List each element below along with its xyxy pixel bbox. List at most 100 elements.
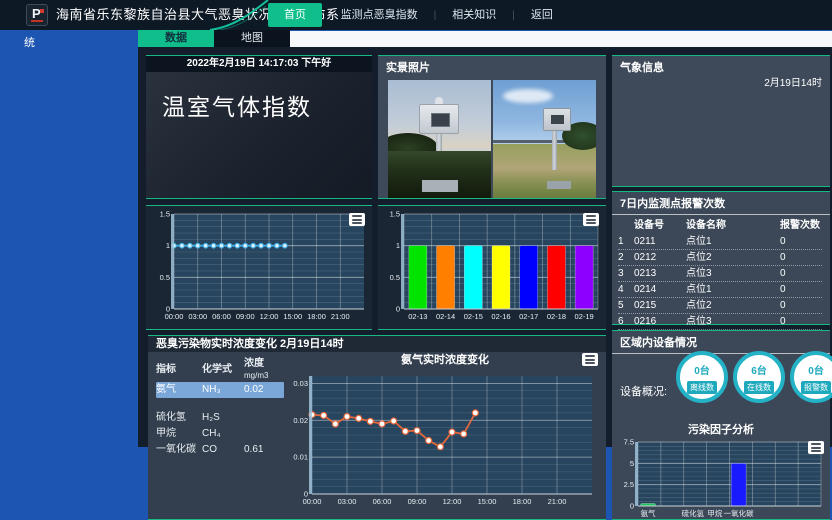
pollutant-table: 指标化学式浓度mg/m3氨气NH₃0.02 硫化氢H₂S甲烷CH₄一氧化碳CO0.… (156, 358, 284, 458)
photo1-station-base (422, 180, 458, 192)
svg-text:02-16: 02-16 (491, 312, 510, 321)
site-photos (388, 80, 596, 198)
photo1-station-antenna (435, 97, 443, 104)
svg-text:0.5: 0.5 (390, 273, 400, 282)
device-overview-label: 设备概况: (620, 383, 667, 399)
svg-text:02-13: 02-13 (408, 312, 427, 321)
greenhouse-line-chart-panel: 00.511.500:0003:0006:0009:0012:0015:0018… (146, 205, 372, 330)
greenhouse-index-body: 温室气体指数 (146, 72, 372, 198)
svg-text:21:00: 21:00 (548, 497, 567, 506)
device-stat-circle-2: 6台在线数 (733, 351, 785, 403)
nav-item-4[interactable]: 返回 (515, 3, 569, 27)
svg-text:09:00: 09:00 (236, 312, 255, 321)
svg-text:7.5: 7.5 (624, 438, 634, 447)
greenhouse-index-title: 温室气体指数 (146, 72, 372, 122)
svg-text:0: 0 (396, 305, 400, 314)
device-stat-count: 0台 (794, 362, 832, 377)
nav-item-1[interactable]: 首页 (268, 3, 322, 27)
photo2-ground (493, 144, 596, 198)
svg-text:0.02: 0.02 (293, 416, 308, 425)
alarm-table-header: 设备号设备名称报警次数 (618, 218, 822, 234)
svg-text:0.01: 0.01 (293, 453, 308, 462)
site-photos-panel: 实景照片 (378, 55, 606, 199)
site-photos-title: 实景照片 (378, 56, 606, 75)
alarm-table-row: 50215点位20 (618, 298, 822, 314)
alarm-table-row: 30213点位30 (618, 266, 822, 282)
svg-text:00:00: 00:00 (165, 312, 184, 321)
device-stat-label: 离线数 (687, 381, 717, 394)
svg-text:0.03: 0.03 (293, 379, 308, 388)
alarm-count-title: 7日内监测点报警次数 (612, 192, 830, 215)
svg-text:0.5: 0.5 (160, 273, 170, 282)
chart-menu-icon[interactable] (582, 353, 598, 366)
main-nav: 首页|监测点恶臭指数|相关知识|返回 (268, 3, 569, 27)
logo-red-bar (31, 20, 43, 22)
pollutant-table-header: 指标化学式浓度mg/m3 (156, 358, 284, 382)
svg-text:15:00: 15:00 (478, 497, 497, 506)
photo1-station-box (419, 104, 459, 134)
svg-text:06:00: 06:00 (373, 497, 392, 506)
device-stat-circle-3: 0台报警数 (790, 351, 832, 403)
svg-text:21:00: 21:00 (331, 312, 350, 321)
photo2-station-base (547, 181, 571, 189)
svg-text:18:00: 18:00 (513, 497, 532, 506)
ammonia-line-chart: 00.010.020.0300:0003:0006:0009:0012:0015… (288, 368, 602, 516)
left-sidebar: 统 (0, 30, 138, 520)
svg-text:5: 5 (630, 459, 634, 468)
svg-text:06:00: 06:00 (212, 312, 231, 321)
tab-2[interactable]: 地图 (214, 30, 290, 47)
svg-text:03:00: 03:00 (188, 312, 207, 321)
alarm-table-row: 10211点位10 (618, 234, 822, 250)
svg-text:一氧化碳: 一氧化碳 (724, 508, 754, 518)
pollutant-table-row[interactable]: 一氧化碳CO0.61 (156, 442, 284, 458)
top-bar: P 海南省乐东黎族自治县大气恶臭状况实时发布系 首页|监测点恶臭指数|相关知识|… (0, 0, 832, 30)
svg-text:02-15: 02-15 (464, 312, 483, 321)
alarm-table-row: 20212点位20 (618, 250, 822, 266)
svg-text:00:00: 00:00 (303, 497, 322, 506)
view-tabs: 数据地图 (138, 30, 290, 47)
svg-text:1.5: 1.5 (390, 210, 400, 219)
svg-text:15:00: 15:00 (283, 312, 302, 321)
chart-menu-icon[interactable] (583, 213, 599, 226)
device-stat-count: 0台 (680, 362, 724, 377)
svg-text:1: 1 (396, 241, 400, 250)
device-stat-count: 6台 (737, 362, 781, 377)
greenhouse-index-panel: 2022年2月19日 14:17:03 下午好 温室气体指数 (146, 55, 372, 199)
svg-text:02-19: 02-19 (575, 312, 594, 321)
pollution-factor-bar-chart: 02.557.5氨气硫化氢甲烷一氧化碳 (616, 437, 826, 520)
device-status-panel: 区域内设备情况 设备概况: 0台离线数6台在线数0台报警数 污染因子分析 02.… (612, 330, 830, 520)
device-stat-label: 报警数 (801, 381, 831, 394)
alarm-table-row: 60216点位30 (618, 314, 822, 330)
app-title-overflow: 统 (24, 34, 35, 50)
device-stat-label: 在线数 (744, 381, 774, 394)
svg-text:12:00: 12:00 (443, 497, 462, 506)
pollutant-table-row[interactable]: 硫化氢H₂S (156, 410, 284, 426)
content-top-strip (290, 31, 832, 47)
svg-text:02-18: 02-18 (547, 312, 566, 321)
daily-index-bar-chart: 0 0.5 1 1.5 02-13 02-14 02-15 02-16 02-17 02-18 02… (378, 206, 606, 329)
pollutant-table-row[interactable]: 甲烷CH₄ (156, 426, 284, 442)
chart-menu-icon[interactable] (808, 441, 824, 454)
svg-text:1: 1 (166, 241, 170, 250)
weather-title: 气象信息 (612, 56, 830, 75)
site-photo-1 (388, 80, 491, 198)
ammonia-chart-title: 氨气实时浓度变化 (288, 352, 602, 368)
chart-menu-icon[interactable] (349, 213, 365, 226)
daily-index-bar-chart-panel: 0 0.5 1 1.5 02-13 02-14 02-15 02-16 02-17 02-18 02… (378, 205, 606, 330)
svg-text:02-14: 02-14 (436, 312, 455, 321)
ammonia-chart-area: 氨气实时浓度变化 00.010.020.0300:0003:0006:0009:… (288, 352, 602, 520)
pollutant-table-row[interactable]: 氨气NH₃0.02 (156, 382, 284, 398)
svg-text:02-17: 02-17 (519, 312, 538, 321)
tab-1[interactable]: 数据 (138, 30, 214, 47)
nav-item-2[interactable]: 监测点恶臭指数 (325, 3, 434, 27)
device-stat-circle-1: 0台离线数 (676, 351, 728, 403)
svg-text:18:00: 18:00 (307, 312, 326, 321)
datetime-banner: 2022年2月19日 14:17:03 下午好 (146, 56, 372, 72)
nav-item-3[interactable]: 相关知识 (436, 3, 512, 27)
svg-text:2.5: 2.5 (624, 480, 634, 489)
svg-text:12:00: 12:00 (260, 312, 279, 321)
pollution-factor-title: 污染因子分析 (612, 421, 830, 437)
svg-text:硫化氢: 硫化氢 (682, 508, 705, 518)
pollutant-panel-title: 恶臭污染物实时浓度变化 2月19日14时 (148, 336, 606, 352)
alarm-count-panel: 7日内监测点报警次数 设备号设备名称报警次数10211点位1020212点位20… (612, 191, 830, 325)
